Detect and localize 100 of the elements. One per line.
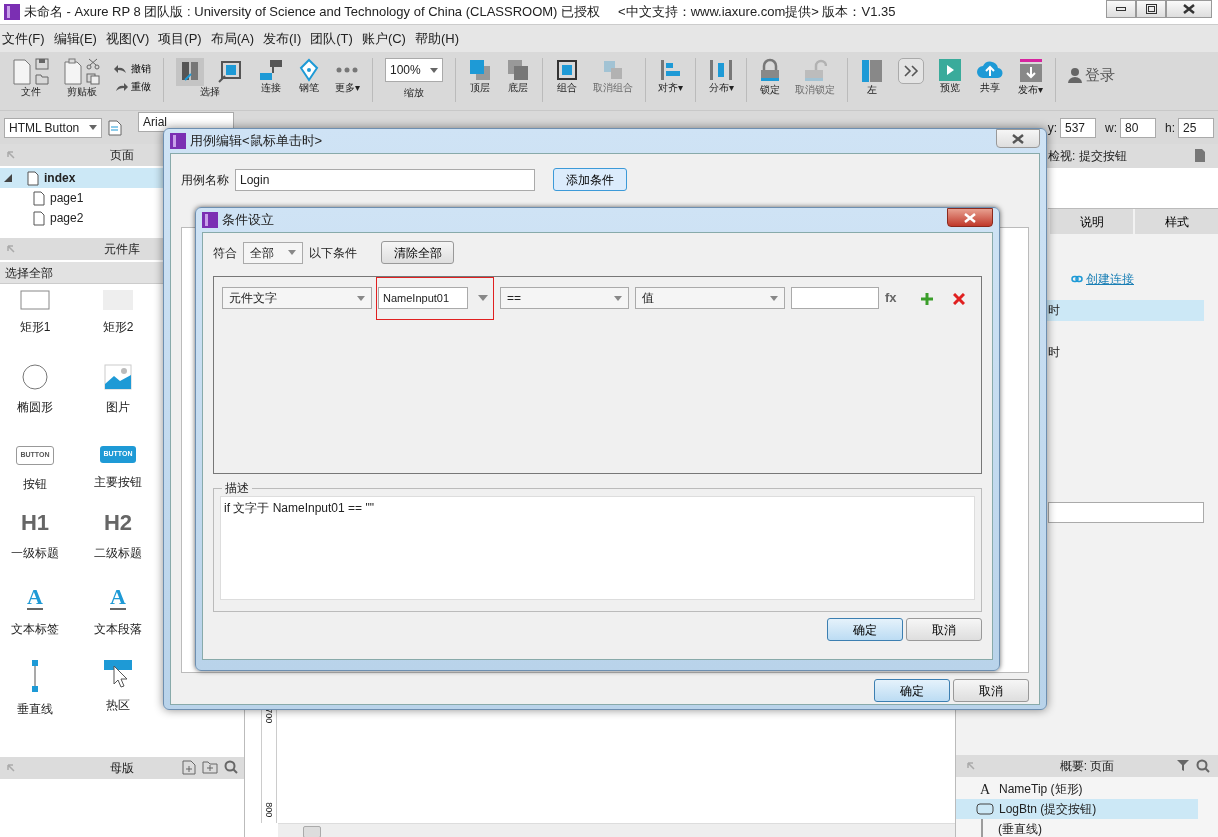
menu-item[interactable]: 文件(F) — [0, 28, 52, 49]
copy-icon — [86, 73, 100, 85]
expand-button[interactable] — [898, 58, 924, 84]
menu-item[interactable]: 账户(C) — [359, 28, 413, 49]
delete-icon — [952, 292, 965, 305]
clear-all-button[interactable]: 清除全部 — [381, 241, 454, 264]
download-icon — [1018, 58, 1043, 84]
menu-item[interactable]: 发布(I) — [261, 28, 309, 49]
ok-button[interactable]: 确定 — [827, 618, 903, 641]
left-button[interactable]: 左 — [860, 58, 884, 96]
menu-item[interactable]: 团队(T) — [308, 28, 360, 49]
app-logo-icon — [4, 4, 20, 20]
scrollbar-thumb[interactable] — [303, 825, 321, 837]
operator-select[interactable]: == — [500, 287, 629, 309]
target-field[interactable]: NameInput01 — [378, 287, 468, 309]
close-button[interactable] — [996, 129, 1040, 148]
cancel-button[interactable]: 取消 — [953, 679, 1029, 702]
select-tool-button[interactable]: 选择 — [176, 58, 244, 98]
panel-title: 母版 — [110, 760, 134, 777]
coord-field[interactable]: 25 — [1178, 117, 1214, 138]
horizontal-scrollbar[interactable] — [278, 823, 955, 837]
library-widget[interactable]: A 文本段落 — [70, 586, 166, 660]
login-button[interactable]: 登录 — [1068, 64, 1115, 87]
share-button[interactable]: 共享 — [976, 58, 1004, 94]
close-button[interactable] — [1166, 0, 1212, 18]
pen-button[interactable]: 钢笔 — [298, 58, 320, 94]
panel-title: 元件库 — [104, 241, 140, 258]
line-icon — [981, 819, 983, 837]
dialog-title: 用例编辑<鼠标单击时> — [190, 132, 323, 151]
coord-field[interactable]: 80 — [1120, 117, 1156, 138]
value-field[interactable] — [791, 287, 879, 309]
menu-item[interactable]: 项目(P) — [156, 28, 209, 49]
connect-button[interactable]: 连接 — [258, 58, 284, 94]
filter-icon — [1176, 759, 1190, 772]
undo-button[interactable]: 撤销 — [114, 61, 151, 76]
library-widget[interactable]: 垂直线 — [0, 660, 70, 734]
source-select[interactable]: 元件文字 — [222, 287, 372, 309]
menu-item[interactable]: 编辑(E) — [51, 28, 104, 49]
library-widget[interactable]: 矩形2 — [70, 290, 166, 364]
inspector-tab[interactable]: 样式 — [1133, 209, 1218, 234]
library-widget[interactable]: 图片 — [70, 364, 166, 438]
library-widget[interactable]: A 文本标签 — [0, 586, 70, 660]
preview-button[interactable]: 预览 — [938, 58, 962, 94]
text-field[interactable] — [1048, 502, 1204, 523]
zoom-label: 缩放 — [404, 86, 424, 100]
library-widget[interactable]: 矩形1 — [0, 290, 70, 364]
outline-item[interactable]: (垂直线) — [956, 819, 1198, 837]
widget-type-select[interactable]: HTML Button — [4, 117, 102, 138]
lock-button[interactable]: 锁定 — [759, 58, 781, 96]
collapse-arrow-icon — [6, 244, 16, 254]
link-icon — [1071, 275, 1083, 283]
coord-field[interactable]: 537 — [1060, 117, 1096, 138]
panel-title: 页面 — [110, 147, 134, 164]
file-button[interactable]: 文件 — [12, 58, 49, 98]
library-widget[interactable]: 椭圆形 — [0, 364, 70, 438]
double-chevron-icon — [903, 64, 919, 78]
page-item[interactable]: page1 — [0, 188, 244, 208]
menu-item[interactable]: 帮助(H) — [412, 28, 466, 49]
outline-item[interactable]: LogBtn (提交按钮) — [956, 799, 1198, 819]
menu-item[interactable]: 视图(V) — [103, 28, 157, 49]
ok-button[interactable]: 确定 — [874, 679, 950, 702]
minimize-button[interactable] — [1106, 0, 1136, 18]
match-suffix: 以下条件 — [309, 244, 357, 262]
inspector-tab[interactable]: 说明 — [1048, 209, 1133, 234]
new-page-icon — [12, 58, 32, 86]
caret-icon — [89, 125, 97, 130]
case-name-field[interactable]: Login — [235, 168, 535, 191]
align-button[interactable]: 对齐▾ — [658, 58, 683, 94]
maximize-button[interactable] — [1136, 0, 1166, 18]
library-widget[interactable]: H2 二级标题 — [70, 512, 166, 586]
value-type-select[interactable]: 值 — [635, 287, 785, 309]
library-widget[interactable]: 热区 — [70, 660, 166, 734]
distribute-button[interactable]: 分布▾ — [708, 58, 734, 94]
collapse-arrow-icon — [6, 150, 16, 160]
more-button[interactable]: 更多▾ — [334, 58, 360, 94]
add-folder-icon — [202, 760, 218, 774]
clipboard-button[interactable]: 剪贴板 — [63, 58, 100, 98]
group-icon — [555, 58, 579, 82]
close-button[interactable] — [947, 208, 993, 227]
front-button[interactable]: 顶层 — [468, 58, 492, 94]
description-text-area[interactable]: if 文字于 NameInput01 == "" — [220, 496, 975, 600]
minimize-icon — [1116, 7, 1126, 11]
zoom-select[interactable]: 100% — [385, 58, 443, 82]
redo-button[interactable]: 重做 — [114, 79, 151, 94]
search-icon — [1196, 759, 1210, 773]
publish-button[interactable]: 发布▾ — [1018, 58, 1043, 96]
image-icon — [104, 364, 132, 390]
group-button[interactable]: 组合 — [555, 58, 579, 94]
create-link[interactable]: 创建连接 — [1086, 270, 1134, 288]
menu-item[interactable]: 布局(A) — [208, 28, 261, 49]
outline-item[interactable]: A NameTip (矩形) — [956, 779, 1198, 799]
fx-button[interactable]: fx — [885, 288, 905, 308]
add-condition-button[interactable]: 添加条件 — [553, 168, 627, 191]
back-button[interactable]: 底层 — [506, 58, 530, 94]
library-widget[interactable]: H1 一级标题 — [0, 512, 70, 586]
scissors-icon — [86, 58, 100, 70]
heading-icon: H2 — [103, 512, 133, 534]
caret-icon — [288, 250, 296, 255]
cancel-button[interactable]: 取消 — [906, 618, 982, 641]
match-select[interactable]: 全部 — [243, 241, 303, 264]
